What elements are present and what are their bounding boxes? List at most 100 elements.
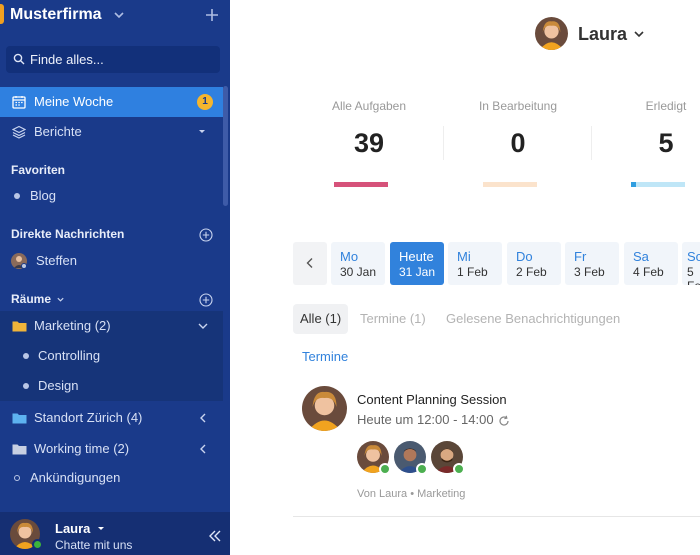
day-date: 4 Feb: [633, 265, 664, 279]
sidebar-item-label: Berichte: [34, 124, 82, 139]
sidebar-item-blog[interactable]: Blog: [0, 182, 223, 210]
filter-tabs: Alle (1) Termine (1) Gelesene Benachrich…: [293, 304, 700, 334]
stat-bar-fill: [631, 182, 636, 187]
day-name: Sa: [633, 249, 649, 264]
stat-value: 0: [510, 128, 526, 158]
chevron-left-icon[interactable]: [197, 443, 209, 455]
chevron-left-icon[interactable]: [197, 412, 209, 424]
layers-icon: [12, 125, 26, 139]
day-mo[interactable]: Mo 30 Jan: [331, 242, 385, 285]
collapse-sidebar-icon[interactable]: [208, 530, 222, 542]
accepted-check-icon: [379, 463, 391, 475]
divider: [293, 516, 700, 517]
caret-down-icon[interactable]: [199, 130, 205, 133]
day-date: 5 Feb: [687, 265, 700, 285]
sidebar-item-label: Controlling: [38, 348, 101, 363]
search-icon: [13, 53, 25, 65]
day-name: Heute: [399, 249, 434, 264]
sidebar-item-meine-woche[interactable]: Meine Woche 1: [0, 87, 223, 117]
sidebar-item-label: Standort Zürich (4): [34, 410, 143, 425]
stat-all-tasks[interactable]: Alle Aufgaben 39: [295, 96, 443, 191]
header-user-name[interactable]: Laura: [578, 24, 627, 45]
workspace-title[interactable]: Musterfirma: [10, 6, 102, 24]
attendee-avatar[interactable]: [357, 441, 391, 475]
sidebar-item-controlling[interactable]: Controlling: [0, 341, 223, 371]
sidebar-item-working-time[interactable]: Working time (2): [0, 434, 223, 464]
sidebar-item-label: Steffen: [36, 253, 77, 268]
plus-icon[interactable]: [205, 8, 219, 22]
direct-messages-heading: Direkte Nachrichten: [11, 227, 125, 241]
search-box[interactable]: [6, 46, 220, 73]
chat-with-us-link[interactable]: Chatte mit uns: [55, 538, 132, 552]
tab-termine[interactable]: Termine (1): [353, 304, 433, 334]
dot-icon: [14, 193, 20, 199]
sidebar-item-berichte[interactable]: Berichte: [0, 117, 223, 147]
sidebar: Musterfirma Meine Woche 1 Berichte Favor…: [0, 0, 230, 555]
sidebar-item-label: Ankündigungen: [30, 470, 121, 485]
sidebar-item-label: Blog: [30, 188, 57, 203]
stat-done[interactable]: Erledigt 5: [592, 96, 700, 191]
repeat-icon: [499, 415, 509, 426]
caret-down-icon[interactable]: [98, 527, 104, 530]
sidebar-item-steffen[interactable]: Steffen: [0, 247, 223, 275]
sidebar-scrollbar[interactable]: [223, 86, 228, 206]
avatar-laura-image: [535, 17, 568, 50]
day-sa[interactable]: Sa 4 Feb: [624, 242, 678, 285]
event-meta: Von Laura • Marketing: [357, 488, 466, 500]
workspace-logo: [0, 4, 4, 24]
day-name: Fr: [574, 249, 587, 264]
favorites-heading: Favoriten: [11, 163, 66, 177]
sidebar-item-ankuendigungen[interactable]: Ankündigungen: [0, 464, 223, 492]
sidebar-item-label: Marketing (2): [34, 318, 111, 333]
stat-bar: [631, 182, 685, 187]
day-name: Do: [516, 249, 533, 264]
sidebar-item-label: Meine Woche: [34, 94, 114, 109]
accepted-check-icon: [453, 463, 465, 475]
stat-bar: [334, 182, 388, 187]
chevron-left-icon: [306, 258, 313, 268]
day-name: Mo: [340, 249, 359, 264]
tab-alle[interactable]: Alle (1): [293, 304, 349, 334]
workspace-header[interactable]: Musterfirma: [0, 0, 230, 36]
stat-in-progress[interactable]: In Bearbeitung 0: [444, 96, 592, 191]
day-date: 30 Jan: [340, 265, 377, 279]
attendee-avatar[interactable]: [394, 441, 428, 475]
chevron-down-icon[interactable]: [197, 320, 209, 332]
search-input[interactable]: [30, 50, 214, 69]
sidebar-footer: Laura Chatte mit uns: [0, 512, 230, 555]
chevron-down-icon[interactable]: [113, 9, 125, 21]
avatar-steffen: [11, 253, 27, 269]
event-title[interactable]: Content Planning Session: [357, 392, 507, 407]
chevron-down-icon[interactable]: [633, 28, 645, 40]
sidebar-item-design[interactable]: Design: [0, 371, 223, 401]
add-circle-icon[interactable]: [199, 228, 213, 242]
sidebar-item-standort-zuerich[interactable]: Standort Zürich (4): [0, 403, 223, 433]
tab-gelesene-benachrichtigungen[interactable]: Gelesene Benachrichtigungen: [439, 304, 627, 334]
avatar[interactable]: [535, 17, 568, 50]
stat-label: Alle Aufgaben: [331, 99, 407, 113]
chevron-down-icon[interactable]: [56, 295, 65, 304]
day-name: Mi: [457, 249, 471, 264]
user-menu[interactable]: Laura: [535, 17, 675, 51]
stat-value: 5: [658, 128, 674, 158]
folder-icon: [12, 444, 27, 455]
attendee-avatar[interactable]: [431, 441, 465, 475]
add-circle-icon[interactable]: [199, 293, 213, 307]
day-fr[interactable]: Fr 3 Feb: [565, 242, 619, 285]
day-name: So: [687, 249, 700, 264]
day-mi[interactable]: Mi 1 Feb: [448, 242, 502, 285]
previous-week-button[interactable]: [293, 242, 327, 285]
sidebar-item-marketing[interactable]: Marketing (2): [0, 311, 223, 341]
main-content: Laura Alle Aufgaben 39 In Bearbeitung 0 …: [230, 0, 700, 555]
day-so[interactable]: So 5 Feb: [682, 242, 700, 285]
rooms-heading-label: Räume: [11, 292, 52, 306]
day-date: 3 Feb: [574, 265, 605, 279]
day-do[interactable]: Do 2 Feb: [507, 242, 561, 285]
day-date: 2 Feb: [516, 265, 547, 279]
rooms-heading[interactable]: Räume: [11, 292, 51, 306]
dot-icon: [23, 383, 29, 389]
day-today[interactable]: Heute 31 Jan: [390, 242, 444, 285]
footer-user-name[interactable]: Laura: [55, 521, 90, 536]
section-termine[interactable]: Termine: [302, 349, 348, 364]
event-card[interactable]: Content Planning Session Heute um 12:00 …: [302, 386, 700, 506]
